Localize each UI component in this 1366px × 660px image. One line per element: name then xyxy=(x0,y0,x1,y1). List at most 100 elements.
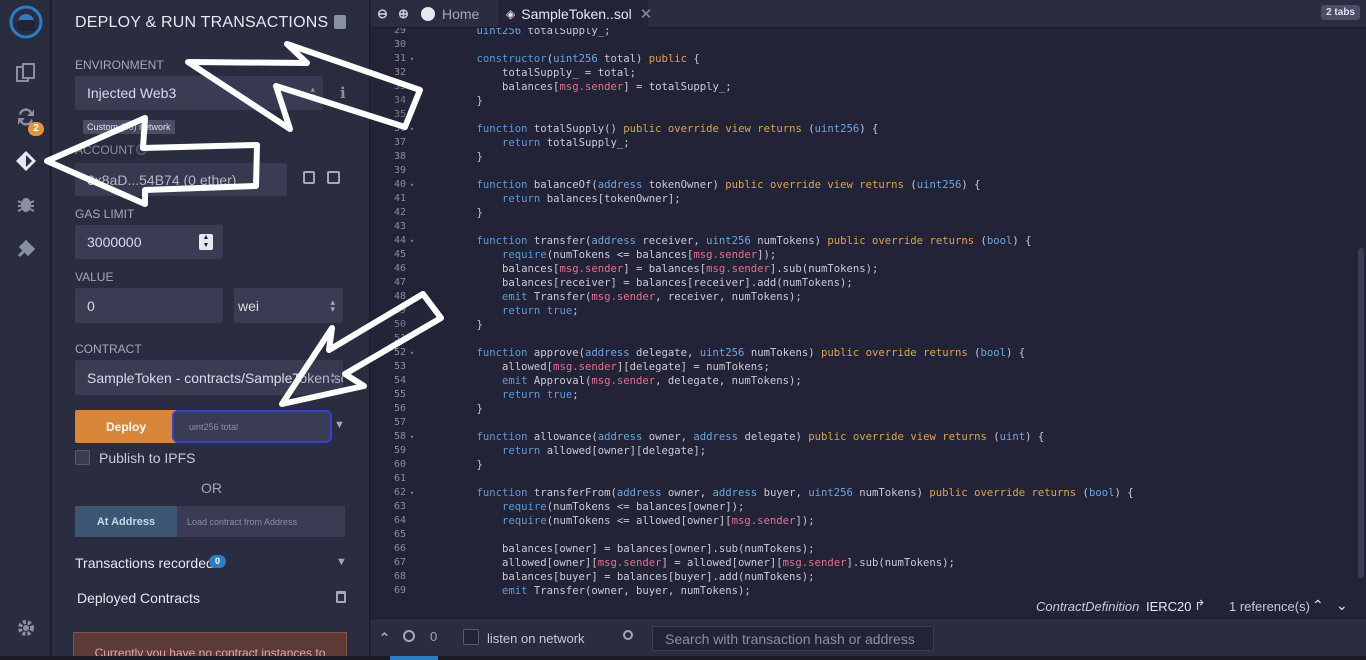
fold-chevron-icon[interactable]: ▾ xyxy=(410,346,414,360)
code-text: allowed[msg.sender][delegate] = numToken… xyxy=(451,361,770,373)
transaction-search-input[interactable]: Search with transaction hash or address xyxy=(652,626,934,651)
line-number: 50 xyxy=(393,319,406,330)
code-line: 41 return balances[tokenOwner]; xyxy=(371,192,1361,206)
code-text: function approve(address delegate, uint2… xyxy=(476,347,1026,359)
code-text: } xyxy=(451,151,483,163)
code-line: 34 } xyxy=(371,94,1361,108)
fold-chevron-icon[interactable]: ▾ xyxy=(410,430,414,444)
account-value: 0x8aD...54B74 (0 ether) xyxy=(87,171,237,188)
value-unit: wei xyxy=(238,297,260,314)
plugin-manager-icon[interactable] xyxy=(0,229,51,269)
prev-reference-chevron-icon[interactable]: ⌃ xyxy=(1312,597,1324,614)
publish-ipfs-label: Publish to IPFS xyxy=(99,450,196,466)
code-line: 31 ▾ constructor(uint256 total) public { xyxy=(371,52,1361,66)
code-line: 59 return allowed[owner][delegate]; xyxy=(371,444,1361,458)
code-text: } xyxy=(451,95,483,107)
next-reference-chevron-icon[interactable]: ⌄ xyxy=(1336,597,1348,614)
code-line: 29 uint256 totalSupply_; xyxy=(371,28,1361,38)
file-explorer-icon[interactable] xyxy=(0,53,51,93)
code-text: function transfer(address receiver, uint… xyxy=(476,235,1032,247)
code-text: } xyxy=(451,207,483,219)
value-input[interactable]: 0 xyxy=(75,288,223,323)
fold-chevron-icon[interactable]: ▾ xyxy=(410,52,414,66)
clear-console-icon[interactable] xyxy=(403,630,415,642)
code-text: } xyxy=(451,319,483,331)
definition-name: IERC20 xyxy=(1146,599,1192,614)
documentation-icon[interactable] xyxy=(334,15,346,29)
code-line: 64 require(numTokens <= allowed[owner][m… xyxy=(371,514,1361,528)
line-number: 44 xyxy=(393,235,406,246)
value-unit-select[interactable]: wei ▴ ▾ xyxy=(234,288,343,323)
copy-icon[interactable] xyxy=(303,171,315,184)
line-number: 43 xyxy=(393,221,406,232)
line-number: 59 xyxy=(393,445,406,456)
account-select[interactable]: 0x8aD...54B74 (0 ether) xyxy=(75,163,287,196)
code-text: emit Approval(msg.sender, delegate, numT… xyxy=(502,375,802,387)
code-line: 49 return true; xyxy=(371,304,1361,318)
gas-limit-value: 3000000 xyxy=(87,234,142,250)
deploy-button[interactable]: Deploy xyxy=(75,410,177,443)
edit-icon[interactable] xyxy=(327,171,340,184)
close-tab-icon[interactable]: ✕ xyxy=(640,5,653,23)
tab-sampletoken[interactable]: ◈ SampleToken..sol ✕ xyxy=(498,0,652,28)
transactions-recorded-label[interactable]: Transactions recorded xyxy=(75,555,214,571)
zoom-out-icon[interactable]: ⊖ xyxy=(377,0,388,28)
code-text: return balances[tokenOwner]; xyxy=(502,193,681,205)
search-icon xyxy=(623,630,633,640)
line-number: 33 xyxy=(393,81,406,92)
trash-icon[interactable] xyxy=(336,591,346,603)
code-text: return allowed[owner][delegate]; xyxy=(502,445,707,457)
toggle-terminal-icon[interactable]: ⌃ xyxy=(379,630,390,646)
line-number: 49 xyxy=(393,305,406,316)
gas-limit-input[interactable]: 3000000 ▲ ▼ xyxy=(75,225,223,259)
fold-chevron-icon[interactable]: ▾ xyxy=(410,122,414,136)
at-address-button[interactable]: At Address xyxy=(75,506,177,537)
settings-icon[interactable] xyxy=(0,608,51,648)
code-line: 30 xyxy=(371,38,1361,52)
code-text: emit Transfer(msg.sender, receiver, numT… xyxy=(502,291,802,303)
code-line: 50 } xyxy=(371,318,1361,332)
code-text: function transferFrom(address owner, add… xyxy=(476,487,1134,499)
code-line: 56 } xyxy=(371,402,1361,416)
constructor-args-input[interactable]: uint256 total xyxy=(172,410,332,443)
line-number: 67 xyxy=(393,557,406,568)
stepper-icon[interactable]: ▲ ▼ xyxy=(199,234,213,250)
tabs-count-badge[interactable]: 2 tabs xyxy=(1321,5,1360,20)
line-number: 48 xyxy=(393,291,406,302)
goto-definition-icon[interactable]: ↱ xyxy=(1194,597,1206,614)
debugger-icon[interactable] xyxy=(0,184,51,224)
line-number: 66 xyxy=(393,543,406,554)
line-number: 60 xyxy=(393,459,406,470)
fold-chevron-icon[interactable]: ▾ xyxy=(410,486,414,500)
select-arrows-icon: ▴ ▾ xyxy=(330,368,335,386)
code-editor[interactable]: 29 uint256 totalSupply_; 30 31 ▾ constructo… xyxy=(371,28,1366,597)
code-line: 54 emit Approval(msg.sender, delegate, n… xyxy=(371,374,1361,388)
load-address-input[interactable]: Load contract from Address xyxy=(177,506,345,537)
transactions-chevron-icon[interactable]: ▼ xyxy=(336,556,347,568)
solidity-file-icon: ◈ xyxy=(506,7,516,21)
editor-scrollbar[interactable] xyxy=(1358,248,1364,578)
code-text: } xyxy=(451,459,483,471)
plugin-notification-badge: 2 xyxy=(28,122,44,136)
deploy-run-icon[interactable] xyxy=(0,141,51,181)
tab-home[interactable]: Home xyxy=(421,0,479,28)
fold-chevron-icon[interactable]: ▾ xyxy=(410,178,414,192)
info-icon[interactable]: i xyxy=(340,84,346,102)
line-number: 36 xyxy=(393,123,406,134)
publish-ipfs-checkbox[interactable] xyxy=(75,450,90,465)
code-text: emit Transfer(owner, buyer, numTokens); xyxy=(502,585,751,597)
line-number: 58 xyxy=(393,431,406,442)
code-text: function totalSupply() public override v… xyxy=(476,123,879,135)
line-number: 45 xyxy=(393,249,406,260)
line-number: 53 xyxy=(393,361,406,372)
account-add-icon[interactable] xyxy=(136,144,147,155)
environment-select[interactable]: Injected Web3 ▴ ▾ xyxy=(75,76,323,110)
fold-chevron-icon[interactable]: ▾ xyxy=(410,234,414,248)
listen-network-checkbox[interactable] xyxy=(463,629,479,645)
code-line: 63 require(numTokens <= balances[owner])… xyxy=(371,500,1361,514)
remix-logo-icon[interactable] xyxy=(0,2,51,42)
code-line: 69 emit Transfer(owner, buyer, numTokens… xyxy=(371,584,1361,597)
contract-select[interactable]: SampleToken - contracts/SampleToken.sol … xyxy=(75,360,343,395)
zoom-in-icon[interactable]: ⊕ xyxy=(398,0,409,28)
expand-args-chevron-icon[interactable]: ▼ xyxy=(334,419,345,431)
